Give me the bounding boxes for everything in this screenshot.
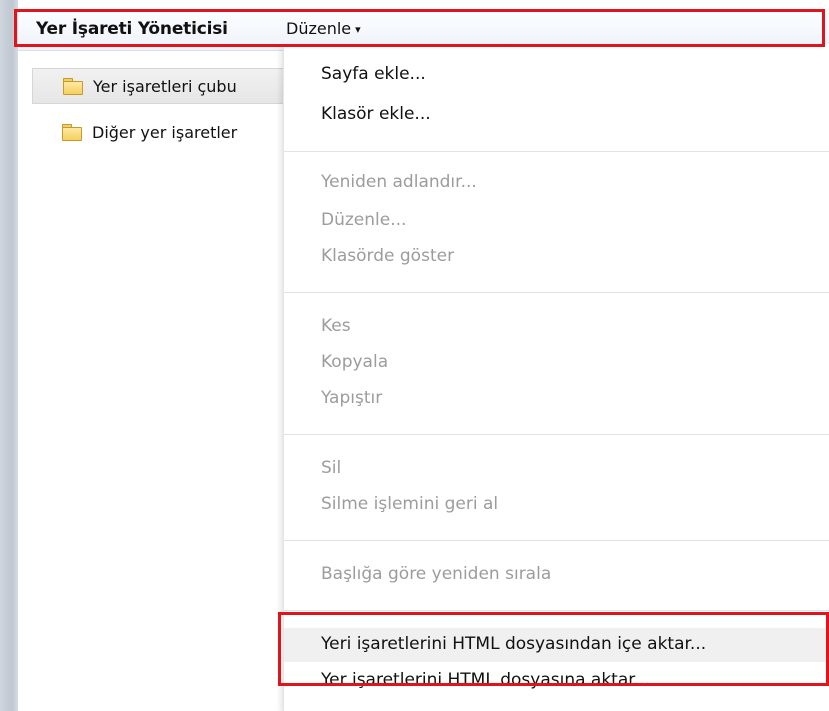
menu-item-import-bookmarks[interactable]: Yeri işaretlerini HTML dosyasından içe a… <box>321 634 706 654</box>
tree-item-other-bookmarks[interactable]: Diğer yer işaretler <box>32 114 292 150</box>
tree-item-bookmarks-bar[interactable]: Yer işaretleri çubu <box>32 68 292 104</box>
menu-separator <box>284 610 829 611</box>
menu-separator <box>284 151 829 152</box>
edit-menu-label: Düzenle <box>286 19 352 38</box>
menu-item-export-bookmarks[interactable]: Yer işaretlerini HTML dosyasına aktar... <box>321 670 650 690</box>
menu-item-sort-by-title[interactable]: Başlığa göre yeniden sırala <box>321 564 551 584</box>
chevron-down-icon: ▾ <box>355 23 361 36</box>
menu-item-add-folder[interactable]: Klasör ekle... <box>321 104 431 124</box>
menu-separator <box>284 540 829 541</box>
page-title: Yer İşareti Yöneticisi <box>36 19 228 39</box>
folder-icon <box>63 78 83 95</box>
edit-dropdown-menu: Sayfa ekle... Klasör ekle... Yeniden adl… <box>283 44 829 711</box>
menu-separator <box>284 434 829 435</box>
tree-item-label: Diğer yer işaretler <box>92 122 238 142</box>
menu-separator <box>284 292 829 293</box>
menu-item-copy[interactable]: Kopyala <box>321 352 388 372</box>
menu-item-add-page[interactable]: Sayfa ekle... <box>321 64 426 84</box>
menu-item-edit[interactable]: Düzenle... <box>321 210 406 230</box>
menu-item-delete[interactable]: Sil <box>321 458 341 478</box>
menu-item-paste[interactable]: Yapıştır <box>321 388 382 408</box>
menu-item-rename[interactable]: Yeniden adlandır... <box>321 172 477 192</box>
edit-menu-button[interactable]: Düzenle ▾ <box>286 19 361 38</box>
folder-icon <box>62 124 82 141</box>
tree-item-label: Yer işaretleri çubu <box>93 76 237 96</box>
menu-item-undo-delete[interactable]: Silme işlemini geri al <box>321 494 498 514</box>
menu-item-cut[interactable]: Kes <box>321 316 351 336</box>
menu-item-show-in-folder[interactable]: Klasörde göster <box>321 246 454 266</box>
